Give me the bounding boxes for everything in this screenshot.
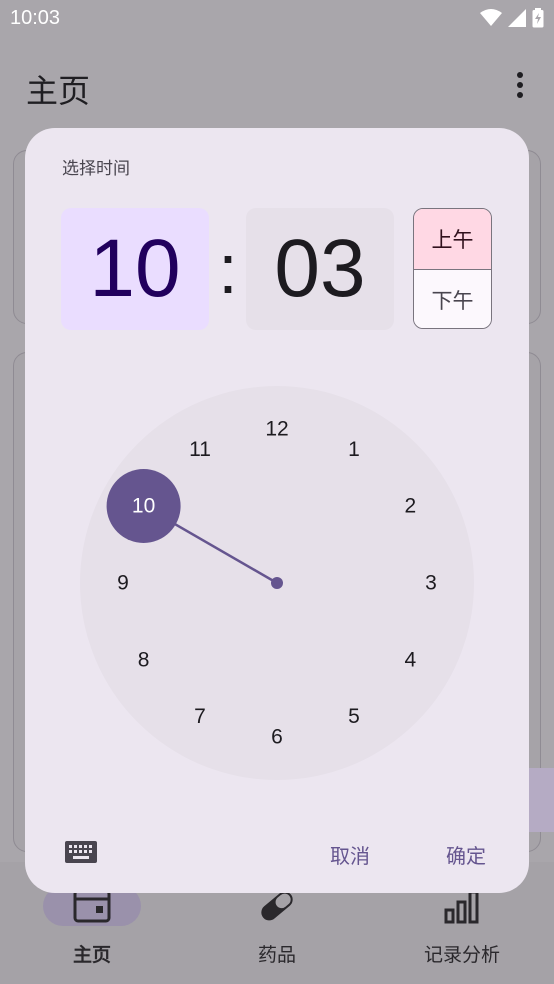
status-bar: 10:03 — [0, 0, 554, 40]
more-vert-icon[interactable] — [510, 72, 530, 102]
hour-selector[interactable]: 10 — [61, 208, 209, 330]
dialog-title: 选择时间 — [62, 159, 130, 179]
nav-label: 记录分析 — [423, 944, 500, 966]
keyboard-icon[interactable] — [65, 841, 97, 865]
pill-icon — [261, 891, 293, 921]
time-separator: : — [218, 230, 238, 308]
minute-selector[interactable]: 03 — [246, 208, 394, 330]
clock-number-2[interactable]: 2 — [405, 495, 417, 518]
clock-number-12[interactable]: 12 — [265, 418, 288, 441]
status-icons — [480, 8, 544, 28]
clock-number-8[interactable]: 8 — [138, 649, 150, 672]
clock-number-7[interactable]: 7 — [194, 705, 206, 728]
nav-label: 主页 — [72, 944, 111, 966]
clock-number-3[interactable]: 3 — [425, 572, 437, 595]
pm-toggle[interactable]: 下午 — [414, 269, 491, 328]
am-toggle[interactable]: 上午 — [414, 209, 491, 269]
clock-number-5[interactable]: 5 — [348, 705, 360, 728]
time-picker-dialog: 选择时间 10 : 03 上午 下午 12 1 2 3 4 5 6 7 8 9 10 11 取消 确定 — [25, 128, 529, 893]
clock-number-9[interactable]: 9 — [117, 572, 129, 595]
wifi-icon — [480, 9, 502, 26]
ok-button[interactable]: 确定 — [446, 840, 486, 869]
calendar-icon — [73, 889, 111, 923]
signal-icon — [508, 9, 526, 27]
clock-number-4[interactable]: 4 — [405, 649, 417, 672]
clock-number-11[interactable]: 11 — [189, 438, 211, 461]
nav-label: 药品 — [257, 944, 296, 966]
cancel-button[interactable]: 取消 — [330, 840, 370, 869]
bar-chart-icon — [444, 890, 479, 924]
clock-number-6[interactable]: 6 — [271, 726, 283, 749]
clock-number-1[interactable]: 1 — [348, 438, 360, 461]
status-time: 10:03 — [10, 7, 61, 29]
page-title: 主页 — [26, 72, 91, 110]
clock-number-10[interactable]: 10 — [132, 495, 155, 518]
clock-dial[interactable]: 121234567891011 — [80, 386, 474, 780]
battery-icon — [532, 8, 544, 28]
clock-center-dot — [271, 577, 283, 589]
period-selector: 上午 下午 — [413, 208, 492, 329]
